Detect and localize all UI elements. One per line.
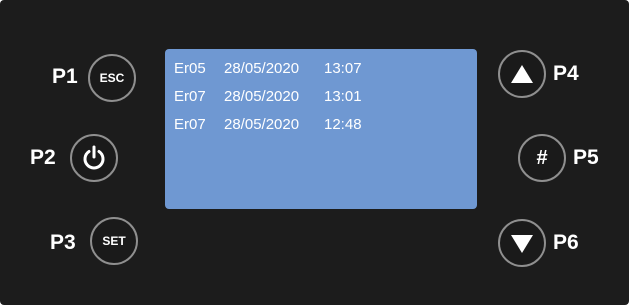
hash-button-label: # (536, 146, 548, 169)
log-time: 12:48 (324, 116, 362, 133)
power-icon (83, 145, 105, 170)
p3-label: P3 (50, 231, 76, 254)
up-button[interactable] (498, 50, 546, 98)
log-date: 28/05/2020 (224, 116, 300, 133)
log-time: 13:07 (324, 60, 362, 77)
triangle-up-icon (511, 65, 533, 83)
log-row: Er07 28/05/2020 12:48 (174, 116, 362, 134)
triangle-down-icon (511, 235, 533, 253)
p6-label: P6 (553, 231, 579, 254)
set-button[interactable]: SET (90, 217, 138, 265)
p4-label: P4 (553, 62, 579, 85)
error-code: Er07 (174, 88, 206, 105)
p5-label: P5 (573, 146, 599, 169)
log-date: 28/05/2020 (224, 60, 300, 77)
esc-button-label: ESC (99, 71, 125, 85)
log-date: 28/05/2020 (224, 88, 300, 105)
power-button[interactable] (70, 134, 118, 182)
log-time: 13:01 (324, 88, 362, 105)
p1-label: P1 (52, 65, 78, 88)
control-panel: P1 ESC P2 P3 SET Er05 28/05/2020 13:07 Er0… (0, 0, 629, 305)
error-code: Er07 (174, 116, 206, 133)
error-code: Er05 (174, 60, 206, 77)
down-button[interactable] (498, 219, 546, 267)
hash-button[interactable]: # (518, 134, 566, 182)
log-row: Er05 28/05/2020 13:07 (174, 60, 362, 78)
set-button-label: SET (102, 234, 126, 248)
log-row: Er07 28/05/2020 13:01 (174, 88, 362, 106)
esc-button[interactable]: ESC (88, 54, 136, 102)
p2-label: P2 (30, 146, 56, 169)
lcd-display: Er05 28/05/2020 13:07 Er07 28/05/2020 13:01 … (165, 49, 477, 209)
